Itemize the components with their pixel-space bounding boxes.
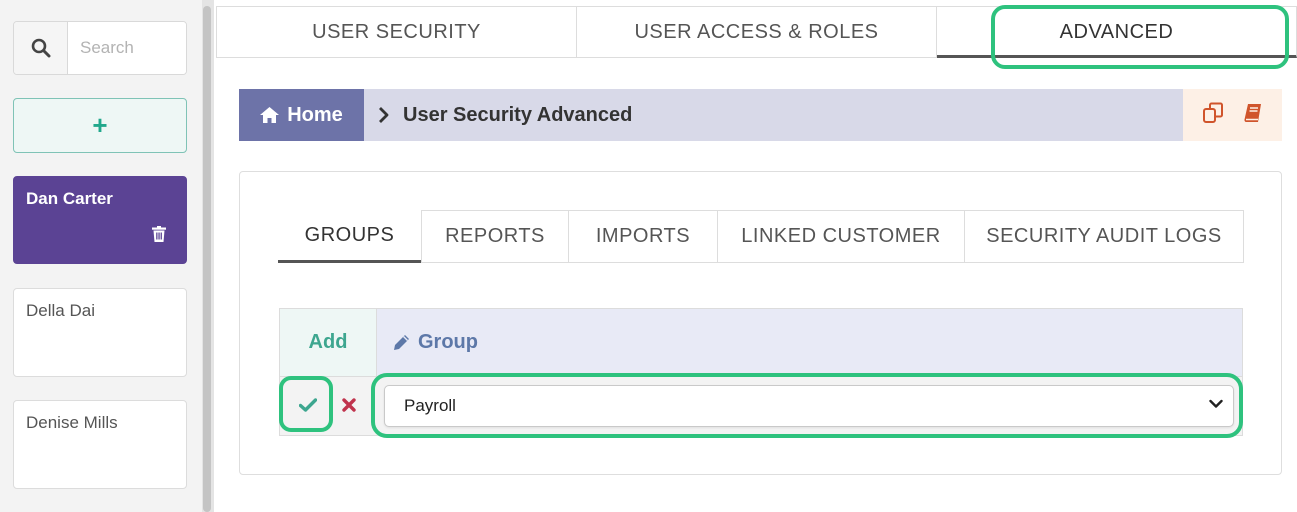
book-icon[interactable] — [1243, 103, 1263, 128]
breadcrumb-current-label: User Security Advanced — [403, 103, 633, 126]
user-card-della-dai[interactable]: Della Dai — [13, 288, 187, 377]
user-card-denise-mills[interactable]: Denise Mills — [13, 400, 187, 489]
chevron-right-icon — [379, 107, 389, 123]
tab-groups[interactable]: GROUPS — [278, 210, 421, 263]
column-header-group[interactable]: Group — [377, 309, 1242, 376]
user-card-name: Della Dai — [26, 301, 95, 320]
search-button[interactable] — [14, 22, 68, 74]
column-header-group-label: Group — [418, 331, 478, 353]
close-icon — [342, 398, 356, 412]
search-icon — [31, 38, 50, 58]
cancel-row-button[interactable] — [338, 393, 360, 417]
user-search — [13, 21, 187, 75]
add-user-button[interactable]: + — [13, 98, 187, 153]
tab-security-audit-logs[interactable]: SECURITY AUDIT LOGS — [965, 210, 1244, 263]
highlight-group-select — [371, 373, 1243, 438]
sub-tab-bar: GROUPS REPORTS IMPORTS LINKED CUSTOMER S… — [278, 210, 1244, 263]
breadcrumb-current: User Security Advanced — [364, 89, 1183, 141]
tab-reports[interactable]: REPORTS — [421, 210, 569, 263]
user-card-dan-carter[interactable]: Dan Carter — [13, 176, 187, 264]
highlight-confirm-button — [279, 376, 333, 432]
trash-icon[interactable] — [152, 226, 166, 247]
breadcrumb-home-label: Home — [287, 103, 343, 126]
tab-imports[interactable]: IMPORTS — [569, 210, 718, 263]
user-card-name: Dan Carter — [26, 189, 113, 208]
breadcrumb: Home User Security Advanced — [239, 89, 1282, 141]
tab-user-security[interactable]: USER SECURITY — [217, 6, 577, 58]
home-icon — [260, 107, 280, 123]
pencil-icon — [394, 335, 409, 350]
copy-icon[interactable] — [1202, 102, 1224, 129]
tab-user-access-roles[interactable]: USER ACCESS & ROLES — [577, 6, 937, 58]
plus-icon: + — [92, 110, 108, 140]
tab-linked-customer[interactable]: LINKED CUSTOMER — [718, 210, 965, 263]
highlight-advanced-tab — [991, 5, 1289, 69]
search-input[interactable] — [68, 22, 186, 74]
sidebar-scrollbar-thumb[interactable] — [203, 6, 211, 512]
column-header-add[interactable]: Add — [280, 309, 377, 376]
breadcrumb-actions — [1183, 89, 1282, 141]
grid-header: Add Group — [280, 309, 1242, 377]
breadcrumb-home[interactable]: Home — [239, 89, 364, 141]
user-card-name: Denise Mills — [26, 413, 118, 432]
